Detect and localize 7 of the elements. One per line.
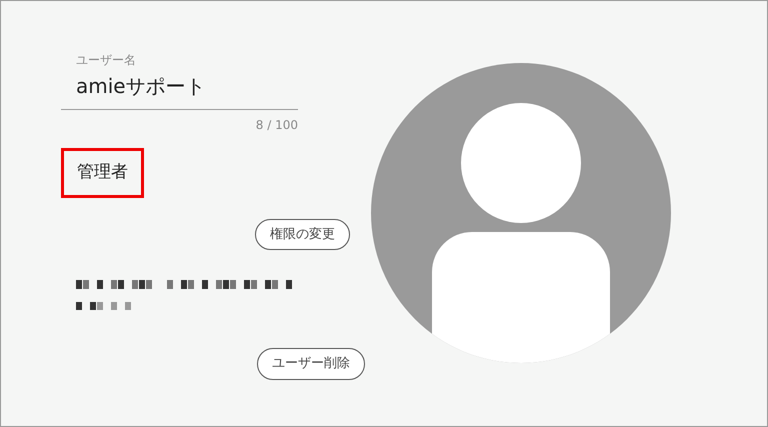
delete-user-button[interactable]: ユーザー削除: [257, 348, 365, 380]
field-label: ユーザー名: [76, 52, 137, 69]
username-field[interactable]: amieサポート: [76, 71, 298, 101]
avatar-icon: [371, 63, 671, 363]
role-label: 管理者: [61, 148, 144, 198]
character-counter: 8 / 100: [256, 117, 298, 134]
change-permission-button[interactable]: 権限の変更: [255, 218, 350, 250]
